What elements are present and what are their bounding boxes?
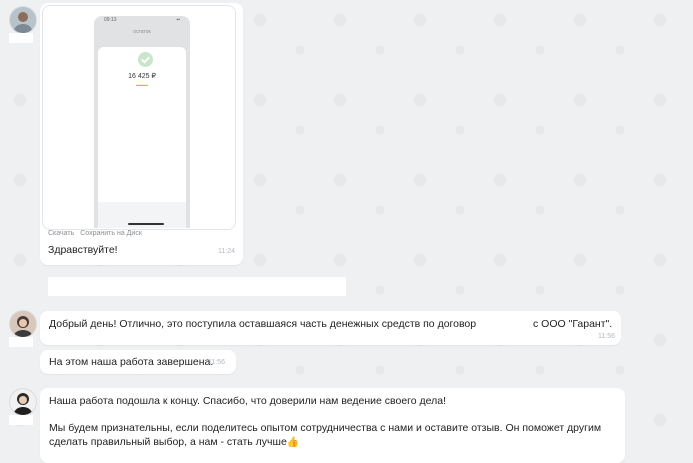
phone-status-icons: ▪▪: [176, 17, 180, 23]
avatar-name-redacted: [9, 33, 33, 43]
message-bubble: На этом наша работа завершена. 11:56: [40, 350, 236, 374]
contract-number-redacted: [476, 317, 532, 330]
message-time: 11:56: [208, 359, 225, 366]
message-text-line2: Мы будем признательны, если поделитесь о…: [49, 421, 614, 450]
phone-screenshot: 09:13 ▪▪ остаток 16 425 ₽ ▬▬▬: [94, 16, 190, 228]
redacted-area: [48, 277, 346, 296]
phone-status-bar: 09:13 ▪▪: [94, 17, 190, 25]
message-time: 11:56: [598, 333, 615, 340]
attachment-actions: Скачать Сохранить на Диск: [48, 230, 142, 237]
message-text-end: с ООО "Гарант".: [533, 318, 613, 330]
manager-avatar-image: [10, 311, 36, 337]
manager-avatar-2-image: [10, 389, 36, 415]
manager-avatar-2[interactable]: [9, 388, 37, 416]
manager-avatar[interactable]: [9, 310, 37, 338]
message-text: Добрый день! Отлично, это поступила оста…: [49, 318, 496, 330]
save-to-disk-link[interactable]: Сохранить на Диск: [80, 230, 142, 237]
client-avatar-image: [10, 7, 36, 33]
success-check-icon: [138, 52, 153, 67]
message-text-line1: Наша работа подошла к концу. Спасибо, чт…: [49, 395, 447, 407]
phone-home-indicator: [128, 223, 164, 225]
phone-status-time: 09:13: [104, 17, 117, 23]
message-bubble: Добрый день! Отлично, это поступила оста…: [40, 311, 621, 345]
message-text: Мы будем признательны, если поделитесь о…: [49, 422, 602, 448]
message-bubble: Наша работа подошла к концу. Спасибо, чт…: [40, 388, 625, 463]
client-avatar[interactable]: [9, 6, 37, 34]
phone-title: остаток: [133, 29, 151, 35]
attached-image[interactable]: 09:13 ▪▪ остаток 16 425 ₽ ▬▬▬: [42, 5, 236, 230]
phone-bottom-area: [98, 202, 186, 228]
avatar-name-redacted: [9, 415, 33, 425]
phone-amount: 16 425 ₽: [128, 73, 156, 80]
thumbs-up-emoji-icon: 👍: [286, 437, 300, 448]
download-link[interactable]: Скачать: [48, 230, 74, 237]
message-text: Здравствуйте!: [48, 244, 118, 256]
message-time: 11:24: [218, 248, 235, 255]
avatar-name-redacted: [9, 337, 33, 347]
phone-subtitle-blurred: ▬▬▬: [136, 82, 148, 87]
phone-card: 16 425 ₽ ▬▬▬: [98, 47, 186, 228]
message-text: На этом наша работа завершена.: [49, 356, 214, 368]
